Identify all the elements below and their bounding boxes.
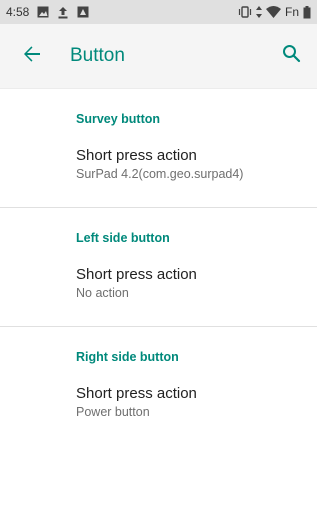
section-header: Left side button xyxy=(76,231,170,245)
section-survey-button: Survey button Short press action SurPad … xyxy=(0,88,317,207)
screen: 4:58 Fn Button Survey button Short press… xyxy=(0,0,317,525)
battery-icon xyxy=(303,5,311,19)
settings-list: Survey button Short press action SurPad … xyxy=(0,88,317,445)
search-icon xyxy=(282,44,301,68)
status-time: 4:58 xyxy=(6,5,30,19)
page-title: Button xyxy=(70,45,125,66)
status-bar-right: Fn xyxy=(238,5,311,19)
pref-title: Short press action xyxy=(76,147,197,164)
app-bar: Button xyxy=(0,24,317,88)
image-notification-icon xyxy=(37,6,49,18)
section-left-side-button: Left side button Short press action No a… xyxy=(0,207,317,326)
arrow-left-icon xyxy=(23,45,41,68)
pref-summary: No action xyxy=(76,286,129,300)
status-bar: 4:58 Fn xyxy=(0,0,317,24)
survey-button-short-press-action[interactable]: Short press action SurPad 4.2(com.geo.su… xyxy=(0,140,317,189)
app-notification-icon xyxy=(77,6,89,18)
section-header: Survey button xyxy=(76,112,161,126)
vibrate-icon xyxy=(238,6,252,18)
search-button[interactable] xyxy=(275,40,307,72)
data-transfer-icon xyxy=(255,6,262,18)
pref-summary: SurPad 4.2(com.geo.surpad4) xyxy=(76,167,244,181)
pref-title: Short press action xyxy=(76,266,197,283)
section-header: Right side button xyxy=(76,350,179,364)
right-side-button-short-press-action[interactable]: Short press action Power button xyxy=(0,378,317,427)
pref-title: Short press action xyxy=(76,385,197,402)
section-right-side-button: Right side button Short press action Pow… xyxy=(0,326,317,445)
status-bar-left: 4:58 xyxy=(6,5,89,19)
carrier-label: Fn xyxy=(284,5,299,19)
pref-summary: Power button xyxy=(76,405,150,419)
upload-notification-icon xyxy=(57,6,69,19)
back-button[interactable] xyxy=(16,40,48,72)
wifi-icon xyxy=(265,6,281,18)
left-side-button-short-press-action[interactable]: Short press action No action xyxy=(0,259,317,308)
